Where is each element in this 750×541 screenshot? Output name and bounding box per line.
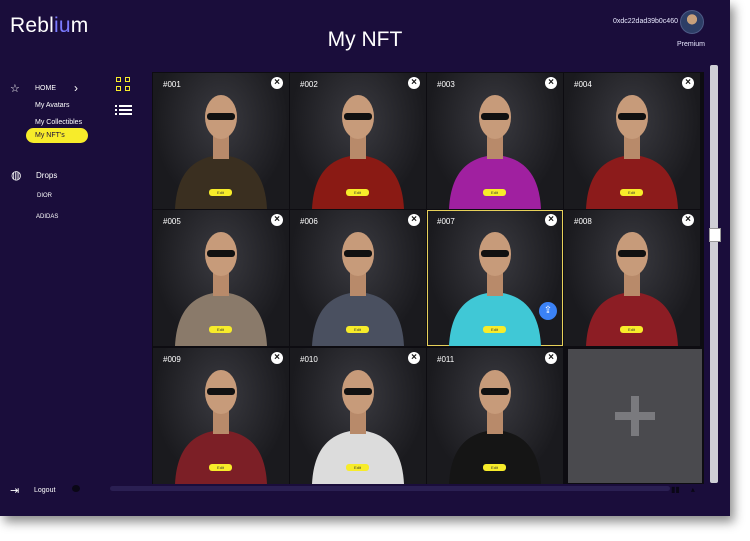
list-view-icon[interactable] [115, 105, 132, 117]
nft-card[interactable]: #011 × Edit [427, 348, 563, 484]
wallet-address: 0xdc22dad39b0c460 [612, 18, 678, 25]
close-icon[interactable]: × [408, 214, 420, 226]
scrollbar-thumb[interactable] [709, 228, 721, 242]
vertical-scrollbar[interactable] [710, 65, 718, 483]
edit-button[interactable]: Edit [346, 189, 369, 196]
card-number: #005 [163, 217, 181, 226]
star-icon: ☆ [10, 83, 20, 95]
card-number: #003 [437, 80, 455, 89]
close-icon[interactable]: × [682, 214, 694, 226]
grid-view-icon[interactable] [116, 77, 131, 92]
page-title: My NFT [327, 28, 403, 51]
close-icon[interactable]: × [545, 352, 557, 364]
close-icon[interactable]: × [408, 352, 420, 364]
edit-button[interactable]: Edit [620, 326, 643, 333]
nft-card[interactable]: #002 × Edit [290, 73, 426, 209]
close-icon[interactable]: × [545, 214, 557, 226]
sidebar-item-adidas[interactable]: ADIDAS [36, 214, 58, 220]
card-number: #002 [300, 80, 318, 89]
grid-cell [125, 77, 130, 82]
sidebar-item-my-collectibles[interactable]: My Collectibles [35, 119, 82, 126]
close-icon[interactable]: × [682, 77, 694, 89]
list-line [115, 113, 132, 115]
globe-icon: ◍ [11, 168, 22, 182]
close-icon[interactable]: × [271, 77, 283, 89]
close-icon[interactable]: × [408, 77, 420, 89]
close-icon[interactable]: × [545, 77, 557, 89]
grid-cell [116, 86, 121, 91]
card-number: #006 [300, 217, 318, 226]
edit-button[interactable]: Edit [209, 464, 232, 471]
card-number: #010 [300, 355, 318, 364]
sidebar-item-my-nfts[interactable]: My NFT's [35, 132, 65, 139]
nft-card[interactable]: #007 × Edit ⇪ [427, 210, 563, 346]
logout-button[interactable]: Logout [34, 487, 55, 494]
nft-card[interactable]: #010 × Edit [290, 348, 426, 484]
horizontal-scrollbar[interactable] [110, 486, 670, 491]
card-number: #007 [437, 217, 455, 226]
grid-cell [125, 86, 130, 91]
sidebar-item-dior[interactable]: DIOR [37, 193, 52, 199]
logout-icon[interactable]: ⇥ [10, 484, 19, 497]
list-line [115, 109, 132, 111]
nft-card[interactable]: #005 × Edit [153, 210, 289, 346]
sidebar-item-drops[interactable]: Drops [36, 171, 57, 180]
edit-button[interactable]: Edit [483, 326, 506, 333]
chevron-right-icon[interactable]: › [74, 81, 78, 95]
add-nft-card[interactable] [568, 349, 702, 483]
nft-card[interactable]: #009 × Edit [153, 348, 289, 484]
nft-card[interactable]: #008 × Edit [564, 210, 700, 346]
close-icon[interactable]: × [271, 214, 283, 226]
edit-button[interactable]: Edit [483, 189, 506, 196]
close-icon[interactable]: × [271, 352, 283, 364]
sidebar-item-home[interactable]: HOME [35, 85, 56, 92]
grid-cell [116, 77, 121, 82]
edit-button[interactable]: Edit [346, 464, 369, 471]
plus-icon-bar [615, 412, 655, 420]
edit-button[interactable]: Edit [209, 326, 232, 333]
edit-button[interactable]: Edit [620, 189, 643, 196]
edit-button[interactable]: Edit [483, 464, 506, 471]
edit-button[interactable]: Edit [346, 326, 369, 333]
premium-badge: Premium [676, 41, 705, 48]
card-number: #008 [574, 217, 592, 226]
settings-icon [72, 485, 80, 492]
edit-button[interactable]: Edit [209, 189, 232, 196]
app-window: Reblium My NFT 0xdc22dad39b0c460 Premium… [0, 0, 730, 516]
upload-icon[interactable]: ⇪ [539, 302, 557, 320]
nft-card[interactable]: #006 × Edit [290, 210, 426, 346]
card-number: #004 [574, 80, 592, 89]
user-avatar[interactable] [680, 10, 704, 34]
corner-icons: ▮▮ ▴ [671, 485, 695, 494]
card-number: #009 [163, 355, 181, 364]
nft-card[interactable]: #003 × Edit [427, 73, 563, 209]
nft-card[interactable]: #001 × Edit [153, 73, 289, 209]
list-line [115, 105, 132, 107]
sidebar-item-my-avatars[interactable]: My Avatars [35, 102, 70, 109]
nft-card[interactable]: #004 × Edit [564, 73, 700, 209]
card-number: #011 [437, 355, 455, 364]
card-number: #001 [163, 80, 181, 89]
